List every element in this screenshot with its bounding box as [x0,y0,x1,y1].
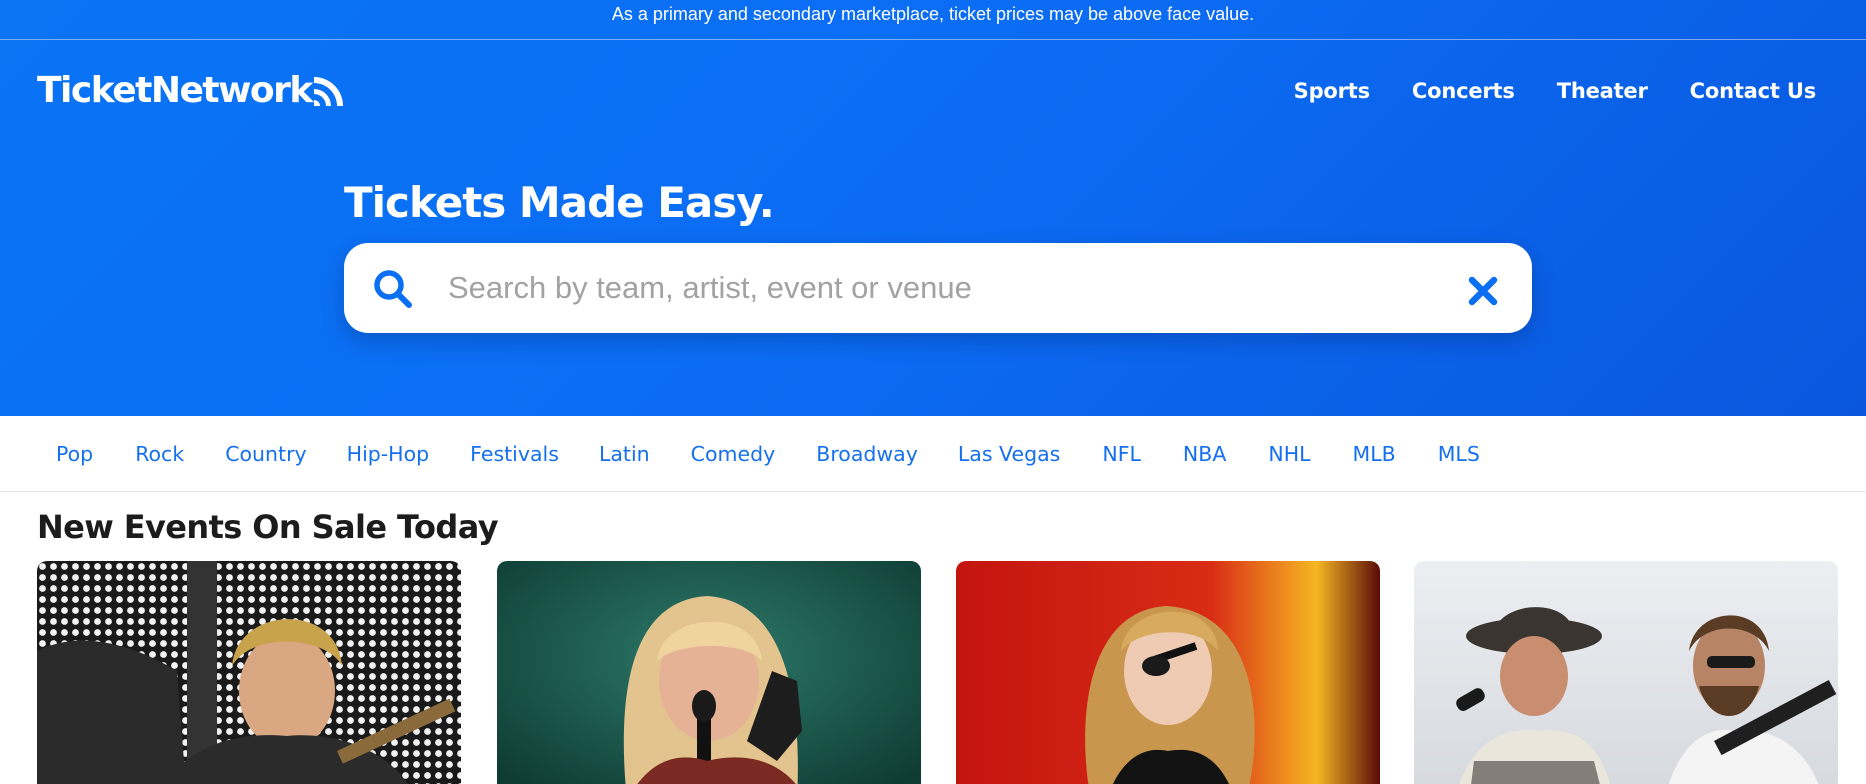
category-bar: Pop Rock Country Hip-Hop Festivals Latin… [0,416,1866,492]
hero-headline: Tickets Made Easy. [344,178,775,227]
price-notice: As a primary and secondary marketplace, … [0,0,1866,40]
rock-singer-photo [37,561,461,784]
event-card-1[interactable] [37,561,461,784]
section-title: New Events On Sale Today [37,508,499,546]
category-las-vegas[interactable]: Las Vegas [958,436,1060,472]
nav-concerts[interactable]: Concerts [1412,74,1515,108]
nav-theater[interactable]: Theater [1557,74,1648,108]
nav-sports[interactable]: Sports [1294,74,1370,108]
main-nav: Sports Concerts Theater Contact Us [1294,74,1817,108]
search-input[interactable] [448,261,1448,315]
hero-banner: As a primary and secondary marketplace, … [0,0,1866,416]
category-rock[interactable]: Rock [135,436,184,472]
brand-name: TicketNetwork [37,69,313,111]
blonde-singer-photo [497,561,921,784]
event-card-3[interactable] [956,561,1380,784]
category-country[interactable]: Country [225,436,306,472]
close-icon[interactable] [1466,274,1500,308]
category-comedy[interactable]: Comedy [691,436,776,472]
search-icon[interactable] [371,267,415,311]
category-nhl[interactable]: NHL [1268,436,1310,472]
category-mlb[interactable]: MLB [1353,436,1396,472]
search-bar [344,243,1532,333]
category-latin[interactable]: Latin [599,436,650,472]
category-mls[interactable]: MLS [1438,436,1480,472]
country-duo-photo [1414,561,1838,784]
signal-waves-icon [313,77,343,106]
event-card-4[interactable] [1414,561,1838,784]
category-pop[interactable]: Pop [56,436,93,472]
category-hip-hop[interactable]: Hip-Hop [347,436,430,472]
category-broadway[interactable]: Broadway [816,436,918,472]
singer-red-stage-photo [956,561,1380,784]
category-nfl[interactable]: NFL [1102,436,1141,472]
brand-logo[interactable]: TicketNetwork [37,69,346,111]
category-festivals[interactable]: Festivals [470,436,559,472]
event-card-2[interactable] [497,561,921,784]
category-nba[interactable]: NBA [1183,436,1226,472]
nav-contact-us[interactable]: Contact Us [1690,74,1817,108]
